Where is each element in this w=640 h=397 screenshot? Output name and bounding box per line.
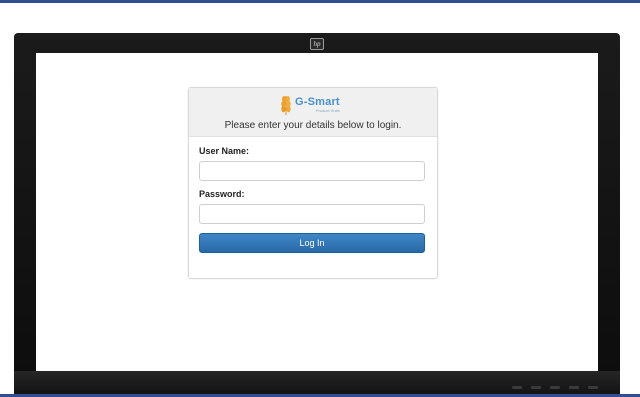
monitor-button <box>550 385 560 389</box>
monitor-button <box>512 385 522 389</box>
login-prompt: Please enter your details below to login… <box>224 120 402 131</box>
username-input[interactable] <box>199 161 425 181</box>
monitor-controls <box>498 383 598 391</box>
login-form: User Name: Password: Log In <box>189 137 437 253</box>
brand-name: G-Smart <box>295 96 340 108</box>
brand-subtitle: Product Suite <box>315 108 340 113</box>
password-label: Password: <box>199 189 245 199</box>
wheat-logo-icon <box>281 96 291 115</box>
monitor-button <box>569 385 579 389</box>
username-label: User Name: <box>199 146 250 156</box>
monitor-button <box>588 385 598 389</box>
monitor-screen: G-Smart Product Suite Please enter your … <box>36 53 598 371</box>
login-card-header: G-Smart Product Suite Please enter your … <box>189 88 437 137</box>
hp-logo-icon: hp <box>310 38 324 50</box>
login-card: G-Smart Product Suite Please enter your … <box>188 87 438 279</box>
monitor-button <box>531 385 541 389</box>
login-button[interactable]: Log In <box>199 233 425 253</box>
top-frame-rule <box>0 0 640 3</box>
brand-logo: G-Smart Product Suite <box>279 92 340 118</box>
password-input[interactable] <box>199 204 425 224</box>
monitor-bezel: hp G-Smart Product Suite Please enter yo… <box>14 33 620 397</box>
